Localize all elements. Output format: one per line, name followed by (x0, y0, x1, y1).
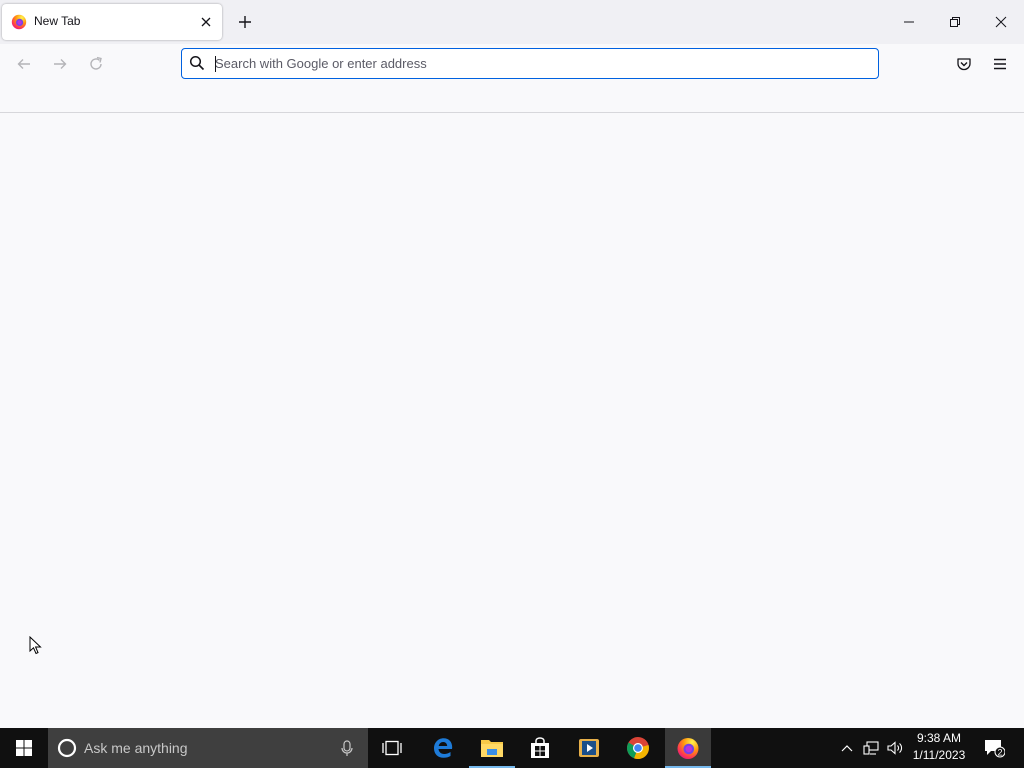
reload-icon (90, 56, 102, 70)
taskbar-firefox[interactable] (665, 728, 711, 768)
show-hidden-icons-button[interactable] (838, 728, 856, 768)
address-bar[interactable] (181, 48, 879, 79)
firefox-icon (677, 738, 699, 759)
task-view-icon (382, 740, 402, 756)
reload-button[interactable] (84, 52, 108, 76)
text-caret (215, 56, 216, 72)
clock-date: 1/11/2023 (912, 748, 966, 762)
new-tab-button[interactable] (234, 11, 256, 33)
taskbar-file-explorer[interactable] (469, 728, 515, 768)
restore-icon (950, 17, 960, 27)
notification-icon: 2 (985, 740, 1005, 758)
firefox-favicon-icon (11, 14, 27, 30)
new-tab-icon (239, 16, 251, 28)
media-player-icon (579, 739, 599, 757)
taskbar-clock[interactable]: 9:38 AM 1/11/2023 (906, 730, 972, 766)
navigation-toolbar (0, 44, 1024, 84)
taskbar-edge[interactable] (420, 728, 466, 768)
task-view-button[interactable] (370, 728, 414, 768)
network-icon (863, 741, 879, 755)
tab-strip: New Tab (0, 0, 1024, 44)
store-icon (531, 737, 549, 758)
minimize-button[interactable] (886, 0, 932, 44)
network-button[interactable] (860, 728, 882, 768)
close-tab-icon (201, 17, 211, 27)
pocket-icon (957, 58, 971, 71)
edge-icon (434, 738, 453, 758)
restore-button[interactable] (932, 0, 978, 44)
taskbar-chrome[interactable] (615, 728, 661, 768)
back-button[interactable] (12, 52, 36, 76)
close-window-icon (995, 16, 1007, 28)
start-button[interactable] (0, 728, 48, 768)
chevron-up-icon (841, 745, 853, 752)
taskbar-media-player[interactable] (566, 728, 612, 768)
forward-button[interactable] (48, 52, 72, 76)
close-tab-button[interactable] (198, 14, 214, 30)
tab-title: New Tab (34, 14, 81, 28)
file-explorer-icon (481, 740, 503, 757)
volume-button[interactable] (884, 728, 906, 768)
notification-count: 2 (997, 747, 1002, 757)
action-center-button[interactable]: 2 (976, 728, 1012, 768)
taskbar-search-placeholder: Ask me anything (84, 740, 188, 756)
taskbar-search-box[interactable]: Ask me anything (48, 728, 368, 768)
back-arrow-icon (17, 59, 30, 69)
hamburger-menu-icon (994, 58, 1006, 70)
microphone-icon[interactable] (340, 740, 354, 757)
volume-icon (887, 741, 902, 755)
tab-new-tab[interactable]: New Tab (2, 4, 222, 40)
pocket-button[interactable] (952, 52, 976, 76)
windows-start-icon (16, 740, 32, 756)
search-icon (189, 55, 205, 71)
application-menu-button[interactable] (988, 52, 1012, 76)
address-input[interactable] (215, 53, 815, 74)
windows-taskbar: Ask me anything 9:38 AM 1/11/2023 2 (0, 728, 1024, 768)
clock-time: 9:38 AM (916, 731, 962, 745)
new-tab-page (0, 113, 1024, 728)
taskbar-store[interactable] (517, 728, 563, 768)
mouse-pointer-icon (29, 636, 42, 655)
chrome-icon (626, 737, 649, 760)
forward-arrow-icon (54, 59, 67, 69)
close-window-button[interactable] (978, 0, 1024, 44)
cortana-icon (57, 738, 77, 758)
minimize-icon (904, 21, 914, 23)
